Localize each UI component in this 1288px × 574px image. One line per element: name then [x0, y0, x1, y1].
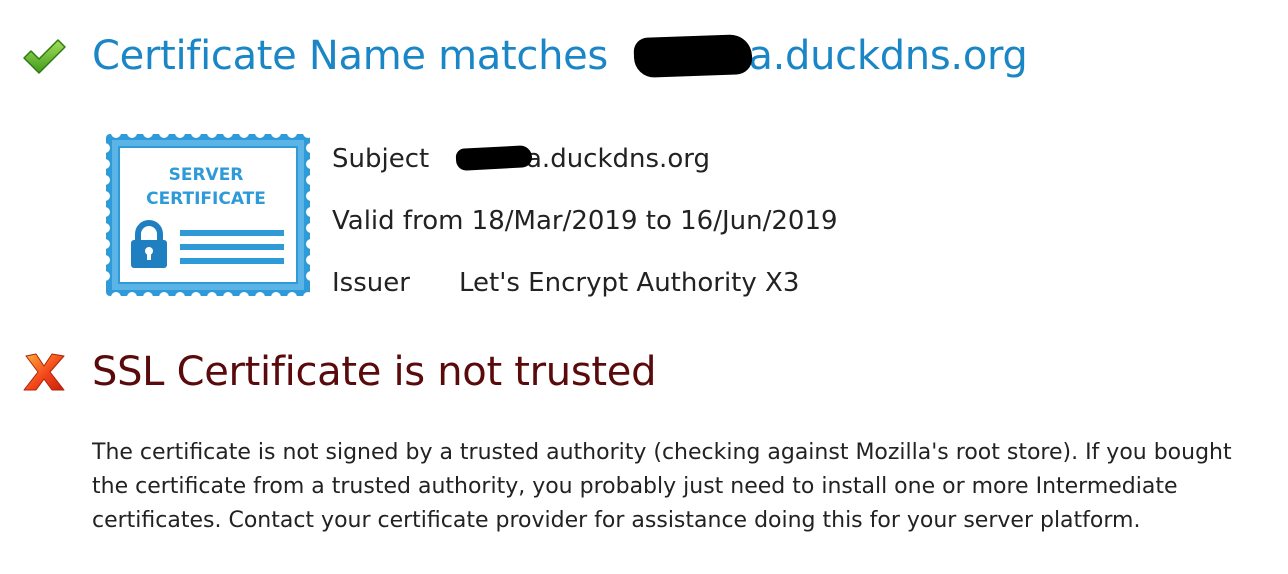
subject-value: a.duckdns.org [455, 134, 710, 184]
subject-row: Subject a.duckdns.org [332, 128, 1232, 190]
name-match-title: Certificate Name matches a.duckdns.org [92, 28, 1028, 84]
issuer-label: Issuer [332, 268, 410, 298]
name-match-domain: a.duckdns.org [748, 33, 1028, 79]
name-match-title-prefix: Certificate Name matches [92, 33, 621, 79]
checkmark-icon [20, 32, 68, 80]
ssl-check-results: Certificate Name matches a.duckdns.org S… [0, 0, 1288, 574]
issuer-value: Let's Encrypt Authority X3 [459, 268, 800, 298]
subject-domain: a.duckdns.org [526, 144, 710, 174]
badge-line1: SERVER [169, 165, 244, 185]
trust-check-title: SSL Certificate is not trusted [92, 349, 657, 395]
issuer-row: Issuer Let's Encrypt Authority X3 [332, 252, 1232, 314]
validity-row: Valid from 18/Mar/2019 to 16/Jun/2019 [332, 190, 1232, 252]
name-match-section: Certificate Name matches a.duckdns.org [20, 28, 1028, 84]
redaction-mark [455, 144, 533, 171]
trust-check-message: The certificate is not signed by a trust… [92, 440, 1232, 533]
trust-check-section: SSL Certificate is not trusted [20, 344, 656, 400]
certificate-details: Subject a.duckdns.org Valid from 18/Mar/… [332, 128, 1232, 314]
cross-icon [20, 348, 68, 396]
redaction-mark [633, 33, 754, 79]
badge-line2: CERTIFICATE [146, 189, 266, 209]
server-certificate-icon: SERVER CERTIFICATE [100, 128, 316, 302]
subject-label: Subject [332, 144, 430, 174]
validity-text: Valid from 18/Mar/2019 to 16/Jun/2019 [332, 206, 838, 236]
